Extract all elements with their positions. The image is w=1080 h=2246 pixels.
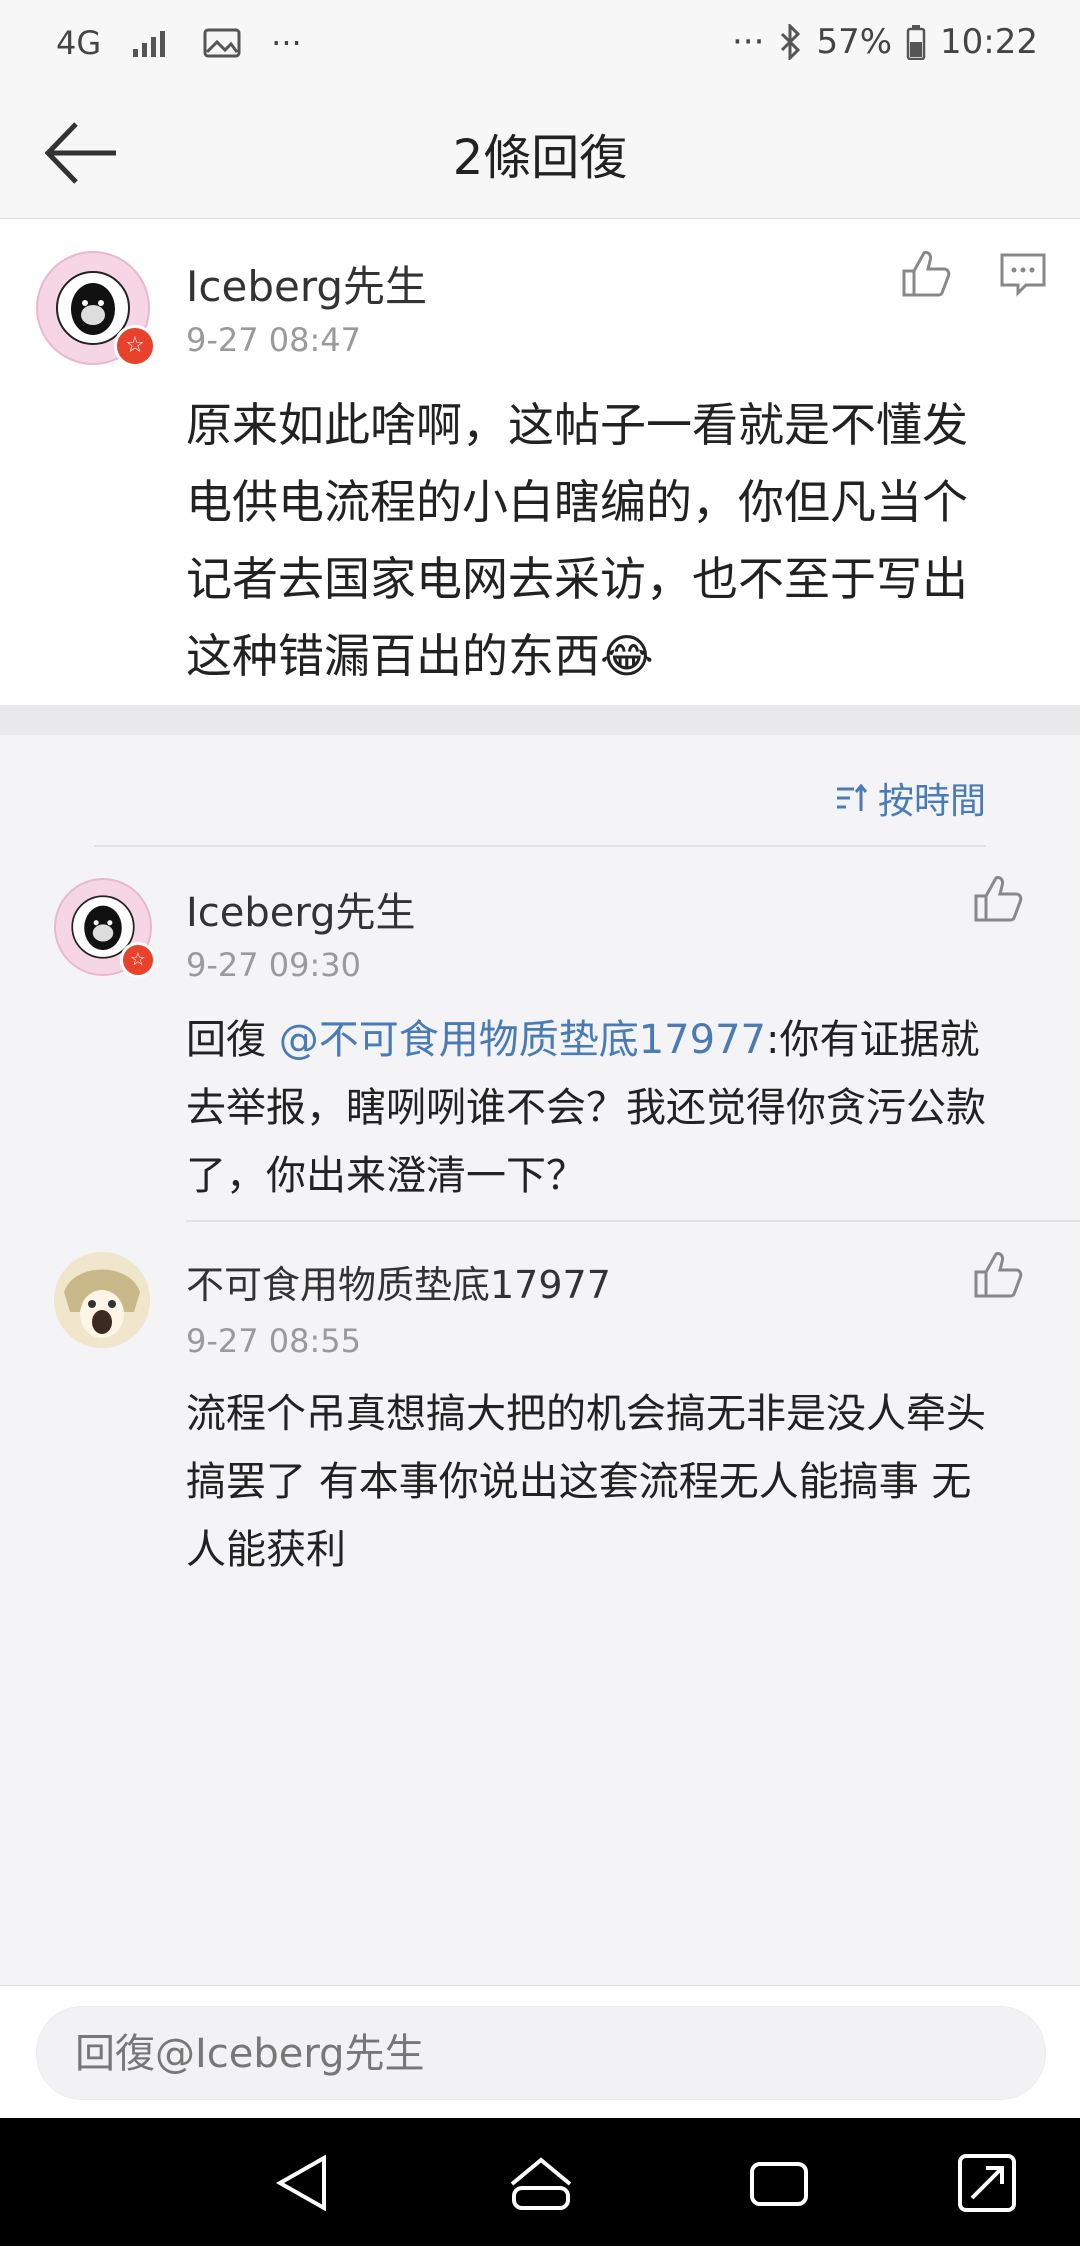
page-title: 2條回復 xyxy=(452,130,628,186)
thumbs-up-icon[interactable] xyxy=(970,872,1024,926)
comment-line: 原来如此啥啊，这帖子一看就是不懂发 xyxy=(186,398,968,452)
author-name[interactable]: Iceberg先生 xyxy=(186,253,427,314)
comment-line: 记者去国家电网去采访，也不至于写出 xyxy=(186,552,968,606)
reply-input[interactable] xyxy=(73,2007,1037,2101)
reply-line: 流程个吊真想搞大把的机会搞无非是没人牵头 xyxy=(186,1391,986,1437)
comment-line: 这种错漏百出的东西 xyxy=(186,629,600,683)
comment-body: 原来如此啥啊，这帖子一看就是不懂发 电供电流程的小白瞎编的，你但凡当个 记者去国… xyxy=(186,387,1046,695)
reply-item: ☆ Iceberg先生 9-27 09:30 回復 @不可食用物质垫底17977… xyxy=(0,846,1080,1221)
avatar[interactable] xyxy=(54,1252,150,1348)
reply-body: 流程个吊真想搞大把的机会搞无非是没人牵头 搞罢了 有本事你说出这套流程无人能搞事… xyxy=(186,1380,1056,1584)
recent-apps-icon[interactable] xyxy=(744,2148,814,2218)
mention-link[interactable]: @不可食用物质垫底17977 xyxy=(279,1017,766,1063)
clock: 10:22 xyxy=(940,22,1038,62)
reply-prefix: 回復 xyxy=(186,1017,279,1063)
reply-line: 了，你出来澄清一下？ xyxy=(186,1153,586,1199)
laughing-emoji: 😂 xyxy=(600,629,654,683)
reply-text: :你有证据就 xyxy=(765,1017,980,1063)
home-nav-icon[interactable] xyxy=(506,2148,576,2218)
bluetooth-icon xyxy=(781,24,801,60)
status-bar: 4G ··· ··· 57% 10:22 xyxy=(0,0,1080,92)
verified-badge: ☆ xyxy=(120,942,156,978)
reply-time: 9-27 09:30 xyxy=(186,946,362,984)
thumbs-up-icon[interactable] xyxy=(970,1248,1024,1302)
battery-percent: 57% xyxy=(816,22,893,62)
network-label: 4G xyxy=(56,24,102,62)
reply-line: 搞罢了 有本事你说出这套流程无人能搞事 无 xyxy=(186,1459,972,1505)
reply-time: 9-27 08:55 xyxy=(186,1322,362,1360)
system-nav-bar xyxy=(0,2118,1080,2246)
expand-icon[interactable] xyxy=(952,2148,1022,2218)
more-indicator: ··· xyxy=(271,24,302,62)
top-bar: 2條回復 xyxy=(0,92,1080,219)
reply-line: 去举报，瞎咧咧谁不会？我还觉得你贪污公款 xyxy=(186,1085,986,1131)
sort-button[interactable]: 按時間 xyxy=(834,772,986,824)
reply-input-container[interactable] xyxy=(36,2006,1046,2101)
author-name[interactable]: Iceberg先生 xyxy=(186,880,416,938)
reply-input-bar xyxy=(0,1985,1080,2119)
back-nav-icon[interactable] xyxy=(268,2148,338,2218)
comment-line: 电供电流程的小白瞎编的，你但凡当个 xyxy=(186,475,968,529)
status-left: 4G ··· xyxy=(56,24,302,62)
anime-avatar-icon xyxy=(54,1252,150,1348)
thumbs-up-icon[interactable] xyxy=(898,247,952,301)
status-right: ··· 57% 10:22 xyxy=(732,22,1038,62)
main-comment: ☆ Iceberg先生 9-27 08:47 原来如此啥啊，这帖子一看就是不懂发… xyxy=(0,219,1080,705)
signal-icon xyxy=(133,31,166,57)
reply-line: 人能获利 xyxy=(186,1527,346,1573)
verified-badge: ☆ xyxy=(114,325,156,367)
section-gap xyxy=(0,705,1080,735)
sort-label: 按時間 xyxy=(877,781,986,822)
reply-item: 不可食用物质垫底17977 9-27 08:55 流程个吊真想搞大把的机会搞无非… xyxy=(0,1222,1080,1602)
comment-icon[interactable] xyxy=(996,247,1050,301)
more-indicator-right: ··· xyxy=(732,22,765,62)
sort-icon xyxy=(836,783,868,811)
author-name[interactable]: 不可食用物质垫底17977 xyxy=(186,1254,611,1309)
comment-time: 9-27 08:47 xyxy=(186,321,362,359)
reply-body: 回復 @不可食用物质垫底17977:你有证据就 去举报，瞎咧咧谁不会？我还觉得你… xyxy=(186,1006,1056,1210)
battery-icon xyxy=(906,25,926,60)
image-icon xyxy=(203,28,241,58)
